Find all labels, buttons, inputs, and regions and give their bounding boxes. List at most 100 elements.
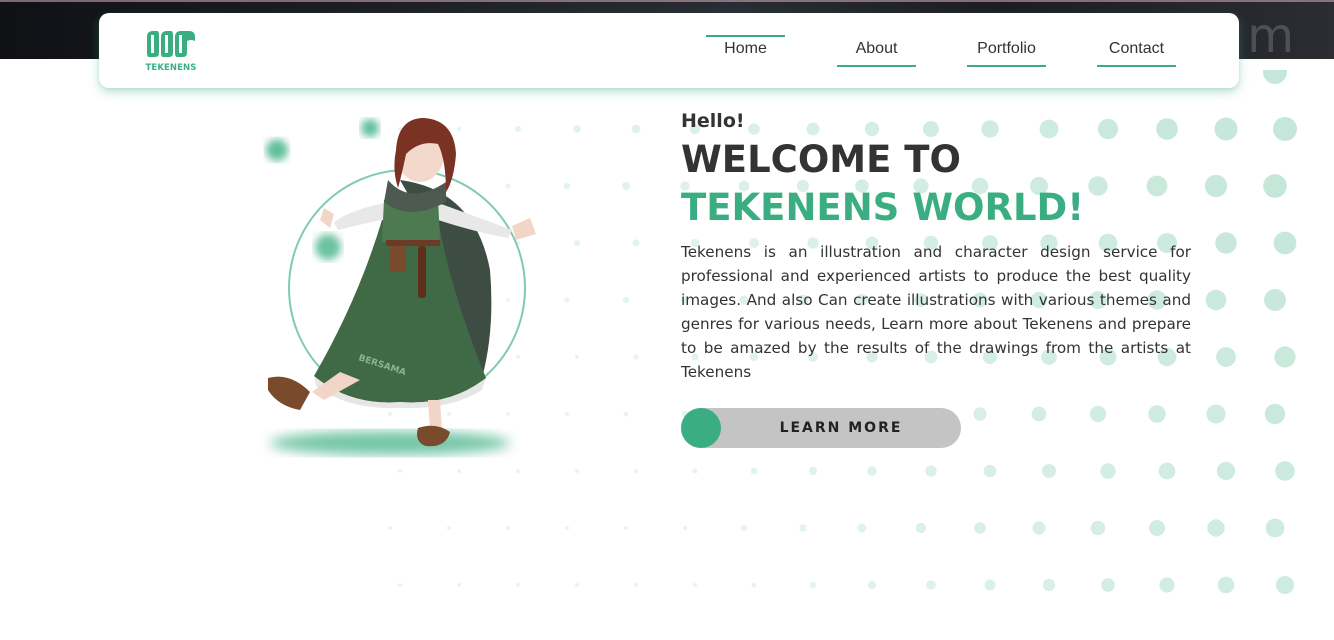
navbar: TEKENENS Home About Portfolio Contact	[99, 13, 1239, 88]
background-dot	[1207, 519, 1225, 537]
hero-greeting: Hello!	[681, 110, 745, 132]
background-dot	[750, 467, 758, 475]
background-dot	[1216, 347, 1236, 367]
background-dot	[506, 526, 510, 530]
background-dot	[799, 524, 807, 532]
background-dot	[1159, 577, 1175, 593]
nav-contact[interactable]: Contact	[1097, 37, 1176, 69]
background-dot	[1264, 289, 1286, 311]
background-dot	[741, 525, 747, 531]
background-dot	[1273, 231, 1297, 255]
page: m TEKENENS Home About Portfolio Contact …	[0, 0, 1334, 640]
background-dot	[1042, 464, 1056, 478]
background-dot	[624, 526, 628, 530]
background-dot	[1215, 232, 1237, 254]
nav-contact-label: Contact	[1108, 40, 1165, 57]
background-dot	[1042, 578, 1056, 592]
nav-underline	[1097, 65, 1176, 67]
background-dot	[1039, 119, 1059, 139]
background-dot	[1275, 461, 1295, 481]
background-dot	[693, 583, 697, 587]
background-dot	[1149, 520, 1165, 536]
background-dot	[984, 579, 996, 591]
hero-title-line2: TEKENENS WORLD!	[681, 186, 1085, 229]
nav-home[interactable]: Home	[706, 35, 785, 69]
button-knob-icon	[681, 408, 721, 448]
background-dot	[808, 466, 818, 476]
background-dot	[575, 583, 579, 587]
background-dot	[398, 583, 402, 587]
background-dot	[1217, 576, 1235, 594]
background-dot	[692, 468, 698, 474]
background-dot	[563, 182, 571, 190]
background-dot	[1100, 463, 1116, 479]
nav-home-label: Home	[724, 40, 767, 57]
background-dot	[622, 182, 630, 190]
background-dot	[1204, 174, 1228, 198]
brand-logo[interactable]: TEKENENS	[145, 27, 197, 73]
background-dot	[806, 122, 820, 136]
background-dot	[1214, 117, 1238, 141]
background-dot	[925, 465, 937, 477]
hero-description: Tekenens is an illustration and characte…	[681, 243, 1191, 381]
nav-about[interactable]: About	[837, 37, 916, 69]
background-dot	[565, 412, 569, 416]
background-dot	[1274, 346, 1296, 368]
learn-more-button[interactable]: LEARN MORE	[681, 408, 961, 448]
background-dot	[682, 525, 688, 531]
background-dot	[926, 580, 936, 590]
background-dot	[1273, 117, 1297, 141]
nav-portfolio-label: Portfolio	[977, 40, 1036, 57]
nav-underline	[837, 65, 916, 67]
background-dot	[981, 120, 999, 138]
background-dot	[574, 354, 580, 360]
background-dot	[1216, 461, 1236, 481]
background-dot	[565, 526, 569, 530]
background-dot	[809, 581, 817, 589]
background-dot	[1158, 462, 1176, 480]
background-dot	[1206, 404, 1226, 424]
background-dot	[457, 583, 461, 587]
background-dot	[1263, 70, 1287, 84]
background-dot	[634, 583, 638, 587]
background-dot	[923, 121, 939, 137]
background-dot	[867, 466, 877, 476]
background-dot	[974, 522, 986, 534]
background-dot	[1156, 118, 1178, 140]
background-dot	[1090, 520, 1106, 536]
background-dot	[751, 582, 757, 588]
background-dot	[1265, 518, 1285, 538]
background-dot	[575, 469, 579, 473]
active-indicator	[706, 35, 785, 37]
background-dot	[1276, 576, 1294, 594]
background-dot	[868, 581, 876, 589]
background-dot	[573, 125, 581, 133]
background-dot	[983, 464, 997, 478]
background-dot	[574, 240, 580, 246]
background-dot	[633, 354, 639, 360]
background-dot	[1031, 406, 1047, 422]
background-dot	[388, 526, 392, 530]
logo-mark-icon	[147, 31, 195, 57]
background-dot	[915, 522, 927, 534]
background-dot	[1088, 176, 1108, 196]
background-dot	[857, 523, 867, 533]
banner-decoration: m	[1247, 8, 1294, 64]
background-dot	[1097, 118, 1119, 140]
background-dot	[1205, 289, 1227, 311]
background-dot	[564, 297, 570, 303]
nav-underline	[967, 65, 1046, 67]
background-dot	[748, 123, 760, 135]
background-dot	[973, 407, 987, 421]
background-dot	[1089, 405, 1107, 423]
background-dot	[634, 469, 638, 473]
background-dot	[1101, 578, 1115, 592]
background-dot	[631, 124, 641, 134]
background-dot	[1146, 175, 1168, 197]
character-illustration: BERSAMA	[266, 118, 536, 455]
background-dot	[1148, 405, 1166, 423]
brand-name: TEKENENS	[145, 63, 197, 73]
background-dot	[447, 526, 451, 530]
nav-portfolio[interactable]: Portfolio	[967, 37, 1046, 69]
learn-more-label: LEARN MORE	[779, 420, 903, 436]
